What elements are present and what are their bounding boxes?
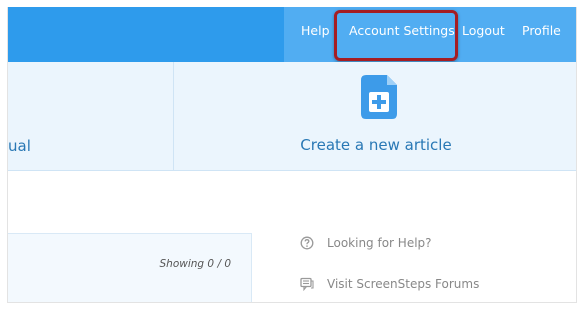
top-navigation-bar: Help Account Settings Logout Profile [8,7,576,62]
nav-profile-link[interactable]: Profile [522,7,561,62]
forum-icon [300,277,314,291]
looking-for-help-link[interactable]: Looking for Help? [300,236,500,250]
document-plus-icon [361,75,397,119]
app-window: Help Account Settings Logout Profile ual… [7,7,577,303]
panel-left-action-label[interactable]: ual [8,137,31,155]
create-article-label: Create a new article [300,136,452,154]
visit-forums-label: Visit ScreenSteps Forums [327,277,480,291]
article-list-panel: Showing 0 / 0 [8,233,252,302]
question-circle-icon [300,236,314,250]
nav-account-settings-link[interactable]: Account Settings [349,7,455,62]
nav-help-link[interactable]: Help [301,7,330,62]
create-article-button[interactable]: Create a new article [174,62,576,171]
nav-logout-link[interactable]: Logout [462,7,505,62]
visit-forums-link[interactable]: Visit ScreenSteps Forums [300,277,500,291]
action-panel: ual Create a new article [8,62,576,171]
looking-for-help-label: Looking for Help? [327,236,432,250]
pagination-count: Showing 0 / 0 [159,258,231,270]
